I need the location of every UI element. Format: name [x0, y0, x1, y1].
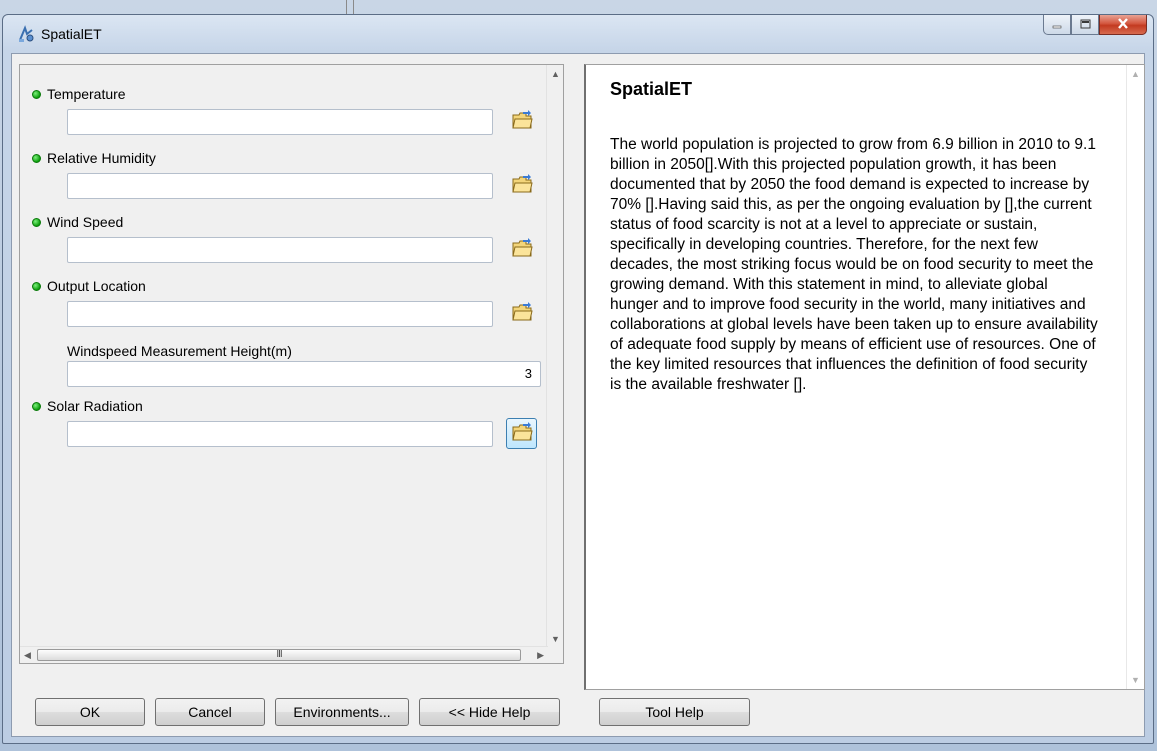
- open-folder-icon: [511, 302, 533, 325]
- hide-help-button[interactable]: << Hide Help: [419, 698, 560, 726]
- param-output-location-label: Output Location: [32, 278, 146, 294]
- scroll-left-arrow-icon[interactable]: ◀: [24, 650, 31, 661]
- required-indicator-icon: [32, 401, 41, 411]
- parameters-horizontal-scrollbar[interactable]: ◀ III ▶: [20, 646, 548, 663]
- scroll-down-arrow-icon[interactable]: ▼: [551, 634, 560, 644]
- solar-radiation-input[interactable]: [67, 421, 493, 447]
- wind-speed-browse-button[interactable]: [506, 234, 537, 265]
- required-indicator-icon: [32, 217, 41, 227]
- title-bar[interactable]: SpatialET: [3, 15, 1153, 53]
- open-folder-icon: [511, 422, 533, 445]
- scroll-up-arrow-icon[interactable]: ▲: [551, 69, 560, 79]
- open-folder-icon: [511, 238, 533, 261]
- help-text: The world population is projected to gro…: [610, 136, 1098, 393]
- relative-humidity-browse-button[interactable]: [506, 170, 537, 201]
- close-icon: [1117, 17, 1129, 32]
- parameters-pane: Temperature Relative Humidity Wind Speed…: [19, 64, 564, 664]
- maximize-icon: [1080, 17, 1091, 32]
- close-button[interactable]: [1099, 15, 1147, 35]
- tool-icon: [17, 25, 35, 43]
- minimize-button[interactable]: [1043, 15, 1071, 35]
- minimize-icon: [1052, 17, 1062, 32]
- required-indicator-icon: [32, 281, 41, 291]
- temperature-input[interactable]: [67, 109, 493, 135]
- parameters-vertical-scrollbar[interactable]: ▲ ▼: [546, 65, 563, 648]
- open-folder-icon: [511, 174, 533, 197]
- output-location-input[interactable]: [67, 301, 493, 327]
- solar-radiation-browse-button[interactable]: [506, 418, 537, 449]
- wind-speed-input[interactable]: [67, 237, 493, 263]
- param-wind-speed-label: Wind Speed: [32, 214, 123, 230]
- window-title: SpatialET: [41, 26, 102, 42]
- maximize-button[interactable]: [1071, 15, 1099, 35]
- scroll-up-arrow-icon[interactable]: ▲: [1131, 69, 1140, 79]
- ok-button[interactable]: OK: [35, 698, 145, 726]
- param-solar-radiation-label: Solar Radiation: [32, 398, 143, 414]
- help-vertical-scrollbar[interactable]: ▲ ▼: [1126, 65, 1144, 689]
- scroll-right-arrow-icon[interactable]: ▶: [537, 650, 544, 661]
- param-temperature-label: Temperature: [32, 86, 126, 102]
- temperature-browse-button[interactable]: [506, 106, 537, 137]
- caption-buttons: [1043, 15, 1147, 37]
- param-windspeed-height-label: Windspeed Measurement Height(m): [67, 343, 292, 359]
- open-folder-icon: [511, 110, 533, 133]
- windspeed-height-input[interactable]: 3: [67, 361, 541, 387]
- param-relative-humidity-label: Relative Humidity: [32, 150, 156, 166]
- cancel-button[interactable]: Cancel: [155, 698, 265, 726]
- horizontal-scroll-thumb[interactable]: III: [37, 649, 521, 661]
- help-pane: SpatialET The world population is projec…: [584, 64, 1145, 690]
- help-title: SpatialET: [610, 79, 693, 99]
- output-location-browse-button[interactable]: [506, 298, 537, 329]
- tool-help-button[interactable]: Tool Help: [599, 698, 750, 726]
- environments-button[interactable]: Environments...: [275, 698, 409, 726]
- scroll-down-arrow-icon[interactable]: ▼: [1131, 675, 1140, 685]
- spatialet-dialog: SpatialET Temperature Relative Humidity …: [2, 14, 1154, 744]
- desktop-divider: [346, 0, 354, 14]
- relative-humidity-input[interactable]: [67, 173, 493, 199]
- dialog-client-area: Temperature Relative Humidity Wind Speed…: [11, 53, 1145, 737]
- required-indicator-icon: [32, 153, 41, 163]
- required-indicator-icon: [32, 89, 41, 99]
